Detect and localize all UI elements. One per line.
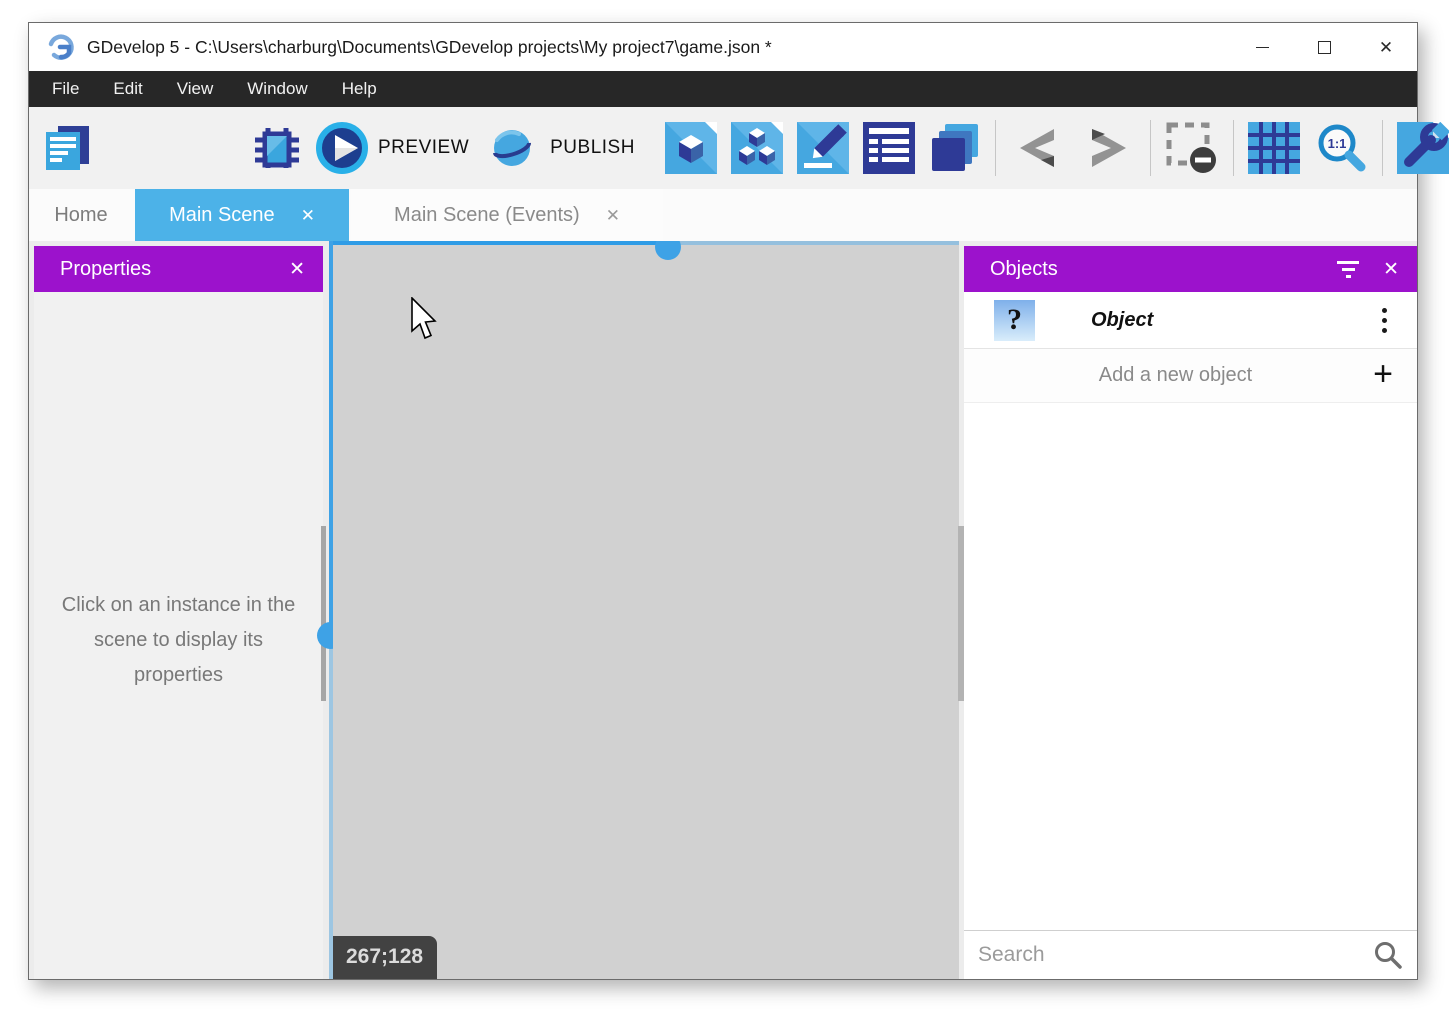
object-groups-icon (731, 122, 783, 174)
redo-button[interactable] (1080, 125, 1136, 171)
zoom-one-to-one-icon: 1:1 (1314, 121, 1368, 175)
menu-window[interactable]: Window (230, 71, 324, 107)
mouse-cursor-icon (409, 297, 441, 343)
objects-search-input[interactable] (964, 943, 1373, 967)
object-thumbnail-icon: ? (994, 300, 1035, 341)
tab-main-scene-label: Main Scene (169, 204, 275, 227)
object-name: Object (1091, 309, 1153, 332)
maximize-button[interactable] (1293, 23, 1355, 71)
minimize-icon (1256, 47, 1269, 48)
objects-panel-header: Objects ✕ (964, 246, 1417, 292)
add-object-plus-icon[interactable]: + (1373, 354, 1393, 393)
menu-edit[interactable]: Edit (96, 71, 159, 107)
cursor-coordinates-badge: 267;128 (333, 936, 437, 979)
tab-main-scene-close-icon[interactable]: ✕ (301, 207, 315, 224)
deselect-icon (1165, 121, 1219, 175)
objects-panel-title: Objects (990, 258, 1058, 281)
object-cube-icon (665, 122, 717, 174)
toolbar-separator (1150, 120, 1151, 176)
objects-editor-button[interactable] (665, 122, 717, 174)
add-object-label: Add a new object (1099, 364, 1252, 387)
objects-close-icon[interactable]: ✕ (1383, 258, 1399, 281)
undo-icon (1010, 125, 1066, 171)
tab-main-scene-events-close-icon[interactable]: ✕ (606, 207, 620, 224)
maximize-icon (1318, 41, 1331, 54)
layers-button[interactable] (929, 122, 981, 174)
toolbar-separator (995, 120, 996, 176)
menubar: File Edit View Window Help (29, 71, 1417, 107)
toolbar: PREVIEW PUBLISH (29, 107, 1417, 189)
close-icon: ✕ (1379, 39, 1393, 56)
project-manager-button[interactable] (41, 123, 93, 173)
properties-close-icon[interactable]: ✕ (289, 258, 305, 281)
panel-resize-line-horizontal-right[interactable] (668, 241, 959, 245)
object-menu-icon[interactable] (1382, 308, 1387, 333)
window-controls: ✕ (1231, 23, 1417, 71)
one-to-one-label: 1:1 (1328, 136, 1347, 151)
tab-home-label: Home (54, 204, 107, 227)
menu-help[interactable]: Help (325, 71, 394, 107)
gdevelop-logo-icon (45, 32, 75, 62)
preview-button[interactable]: PREVIEW (315, 121, 469, 175)
objects-search-row (964, 930, 1417, 979)
toolbar-separator (1382, 120, 1383, 176)
play-icon (315, 121, 369, 175)
globe-icon (483, 122, 541, 174)
toolbar-separator (1233, 120, 1234, 176)
clear-selection-button[interactable] (1165, 121, 1219, 175)
properties-scrollbar[interactable] (321, 526, 326, 701)
debugger-button[interactable] (253, 123, 301, 173)
undo-button[interactable] (1010, 125, 1066, 171)
preview-label: PREVIEW (378, 137, 469, 159)
project-manager-icon (41, 123, 93, 173)
object-groups-button[interactable] (731, 122, 783, 174)
scene-properties-button[interactable] (797, 122, 849, 174)
add-object-row[interactable]: Add a new object + (964, 349, 1417, 403)
properties-panel-title: Properties (60, 258, 151, 281)
close-button[interactable]: ✕ (1355, 23, 1417, 71)
redo-icon (1080, 125, 1136, 171)
events-list-icon (863, 122, 915, 174)
menu-view[interactable]: View (160, 71, 231, 107)
debug-bug-icon (253, 123, 301, 173)
content-area: Properties ✕ Click on an instance in the… (29, 241, 1417, 979)
tab-main-scene-events[interactable]: Main Scene (Events) ✕ (351, 189, 663, 241)
tabbar: Home Main Scene ✕ Main Scene (Events) ✕ (29, 189, 1417, 241)
window-title: GDevelop 5 - C:\Users\charburg\Documents… (87, 37, 772, 58)
panel-resize-line-horizontal[interactable] (333, 241, 668, 245)
search-icon[interactable] (1373, 940, 1403, 970)
properties-empty-message: Click on an instance in the scene to dis… (51, 588, 307, 693)
open-settings-button[interactable] (1397, 122, 1449, 174)
edit-pencil-icon (797, 122, 849, 174)
objects-list-empty-area (964, 403, 1417, 930)
panel-resize-handle-top[interactable] (655, 241, 681, 260)
properties-panel-header: Properties ✕ (34, 246, 323, 292)
grid-icon (1248, 122, 1300, 174)
app-window: GDevelop 5 - C:\Users\charburg\Documents… (28, 22, 1418, 980)
tab-home[interactable]: Home (29, 189, 133, 241)
publish-label: PUBLISH (550, 137, 635, 159)
publish-button[interactable]: PUBLISH (483, 122, 635, 174)
titlebar: GDevelop 5 - C:\Users\charburg\Documents… (29, 23, 1417, 71)
tab-main-scene-events-label: Main Scene (Events) (394, 204, 580, 227)
wrench-icon (1397, 122, 1449, 174)
zoom-original-button[interactable]: 1:1 (1314, 121, 1368, 175)
filter-icon[interactable] (1335, 261, 1361, 278)
menu-file[interactable]: File (35, 71, 96, 107)
layers-icon (929, 122, 981, 174)
grid-toggle-button[interactable] (1248, 122, 1300, 174)
tab-main-scene[interactable]: Main Scene ✕ (135, 189, 349, 241)
object-list-item[interactable]: ? Object (964, 292, 1417, 349)
events-sheet-button[interactable] (863, 122, 915, 174)
minimize-button[interactable] (1231, 23, 1293, 71)
objects-panel: Objects ✕ ? Object Add a new object + (964, 246, 1417, 979)
properties-panel: Properties ✕ Click on an instance in the… (34, 246, 323, 979)
scene-canvas[interactable]: 267;128 (333, 241, 959, 979)
properties-panel-body: Click on an instance in the scene to dis… (34, 292, 323, 979)
